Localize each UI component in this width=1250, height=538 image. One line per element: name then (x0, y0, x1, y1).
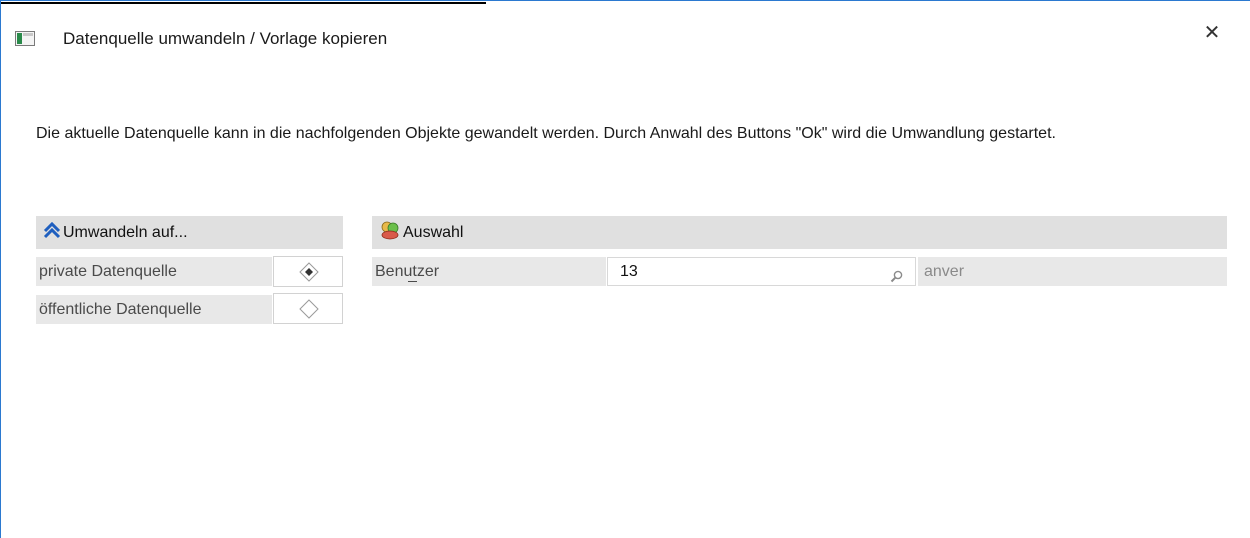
convert-section-header: Umwandeln auf... (36, 216, 343, 249)
window-app-icon (15, 31, 35, 46)
window-top-border (0, 0, 1250, 1)
radio-unselected-icon (299, 299, 319, 319)
convert-section-title: Umwandeln auf... (63, 223, 188, 241)
option-label-private: private Datenquelle (36, 257, 272, 286)
close-button[interactable]: ✕ (1200, 22, 1224, 46)
magnifier-icon[interactable] (890, 265, 903, 292)
selection-section-title: Auswahl (403, 223, 464, 241)
radio-selected-icon (299, 262, 319, 282)
option-radio-public[interactable] (273, 293, 343, 324)
user-label-text: Benutzer (375, 263, 440, 280)
user-input[interactable]: 13 (607, 257, 916, 286)
double-chevron-up-icon (36, 221, 63, 244)
mnemonic-underline (408, 281, 417, 282)
user-name-display: anver (918, 257, 1227, 286)
window-top-underline (0, 2, 486, 4)
window-title: Datenquelle umwandeln / Vorlage kopieren (63, 29, 388, 48)
close-icon: ✕ (1203, 22, 1221, 44)
selection-section-header: Auswahl (372, 216, 1227, 249)
option-radio-private[interactable] (273, 256, 343, 287)
option-label-public: öffentliche Datenquelle (36, 295, 272, 324)
window-left-border (0, 0, 1, 538)
user-value: 13 (620, 263, 638, 280)
info-text: Die aktuelle Datenquelle kann in die nac… (36, 125, 1056, 142)
title-bar: Datenquelle umwandeln / Vorlage kopieren… (0, 22, 1250, 62)
users-icon (372, 220, 403, 245)
